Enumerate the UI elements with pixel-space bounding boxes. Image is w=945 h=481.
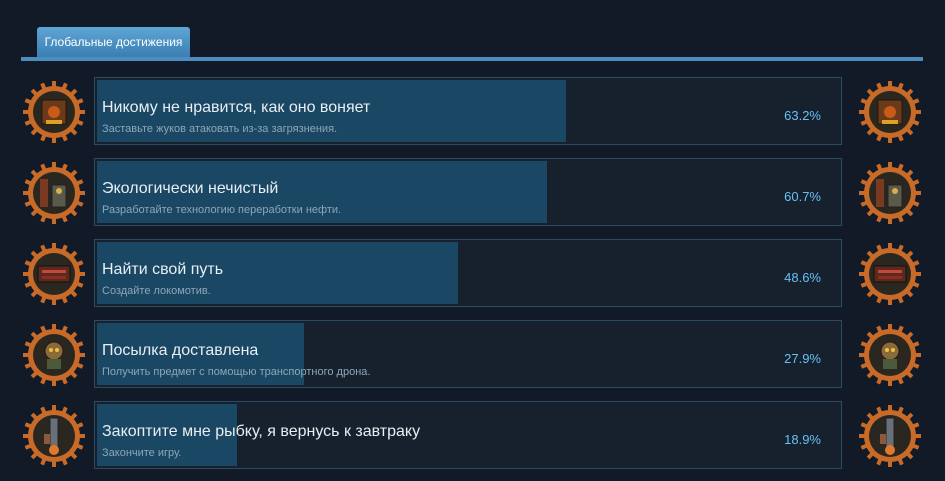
achievement-row: Закоптите мне рыбку, я вернусь к завтрак… <box>0 401 945 469</box>
achievement-name: Закоптите мне рыбку, я вернусь к завтрак… <box>102 423 421 440</box>
achievement-description: Разработайте технологию переработки нефт… <box>102 204 342 216</box>
achievement-panel: Найти свой путь Создайте локомотив. 48.6… <box>94 239 842 307</box>
achievement-percent: 63.2% <box>784 108 821 123</box>
locomotive-icon <box>858 242 922 306</box>
achievement-panel: Экологически нечистый Разработайте техно… <box>94 158 842 226</box>
oil-refinery-icon <box>858 161 922 225</box>
polluted-biters-icon <box>858 80 922 144</box>
achievement-description: Заставьте жуков атаковать из-за загрязне… <box>102 123 338 135</box>
achievement-percent: 27.9% <box>784 351 821 366</box>
oil-refinery-icon <box>22 161 86 225</box>
achievement-description: Создайте локомотив. <box>102 285 211 297</box>
achievement-name: Посылка доставлена <box>102 342 259 359</box>
achievement-panel: Никому не нравится, как оно воняет Заста… <box>94 77 842 145</box>
achievement-percent: 18.9% <box>784 432 821 447</box>
achievement-percent: 60.7% <box>784 189 821 204</box>
achievement-row: Посылка доставлена Получить предмет с по… <box>0 320 945 388</box>
achievement-percent: 48.6% <box>784 270 821 285</box>
rocket-launch-icon <box>858 404 922 468</box>
logistic-robot-icon <box>858 323 922 387</box>
achievement-panel: Посылка доставлена Получить предмет с по… <box>94 320 842 388</box>
rocket-launch-icon <box>22 404 86 468</box>
polluted-biters-icon <box>22 80 86 144</box>
tab-global-achievements[interactable]: Глобальные достижения <box>37 27 190 57</box>
achievement-description: Закончите игру. <box>102 447 182 459</box>
achievement-row: Экологически нечистый Разработайте техно… <box>0 158 945 226</box>
achievement-panel: Закоптите мне рыбку, я вернусь к завтрак… <box>94 401 842 469</box>
achievement-description: Получить предмет с помощью транспортного… <box>102 366 371 378</box>
achievement-name: Найти свой путь <box>102 261 224 278</box>
locomotive-icon <box>22 242 86 306</box>
tab-underline <box>21 57 923 61</box>
achievement-row: Никому не нравится, как оно воняет Заста… <box>0 77 945 145</box>
achievement-row: Найти свой путь Создайте локомотив. 48.6… <box>0 239 945 307</box>
achievement-name: Никому не нравится, как оно воняет <box>102 99 371 116</box>
logistic-robot-icon <box>22 323 86 387</box>
achievement-name: Экологически нечистый <box>102 180 279 197</box>
